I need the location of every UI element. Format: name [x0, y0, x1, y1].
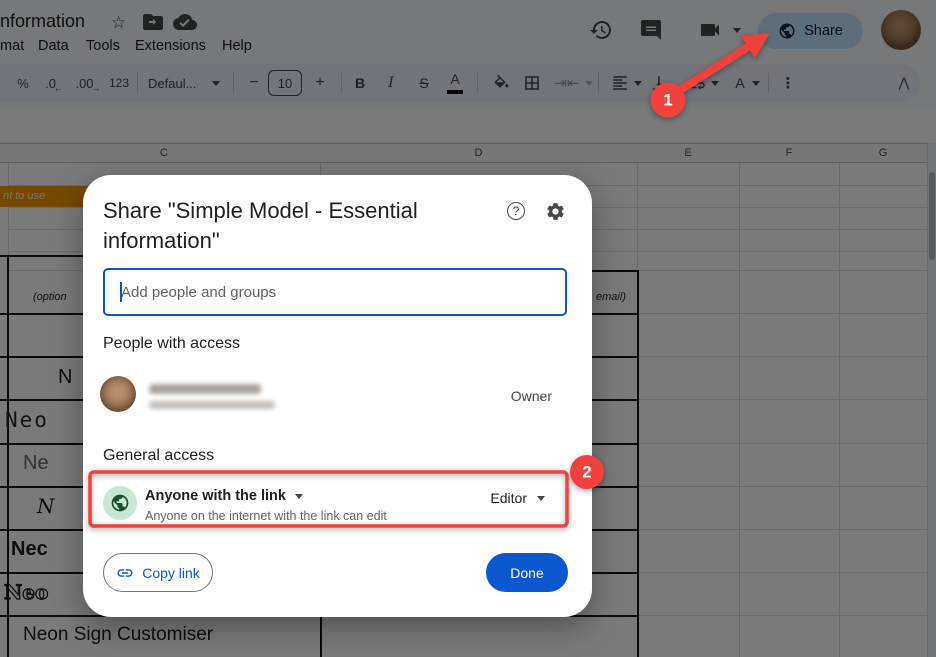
owner-role-label: Owner — [510, 388, 552, 404]
people-with-access-heading: People with access — [103, 335, 240, 352]
role-value: Editor — [490, 490, 527, 506]
general-access-value: Anyone with the link — [145, 488, 286, 504]
copy-link-button[interactable]: Copy link — [103, 553, 213, 592]
general-access-heading: General access — [103, 447, 215, 464]
settings-gear-icon[interactable] — [544, 200, 566, 222]
share-dialog-title: Share "Simple Model - Essential informat… — [103, 198, 418, 253]
public-globe-icon — [103, 486, 137, 520]
role-select[interactable]: Editor — [490, 490, 545, 506]
add-people-input[interactable] — [103, 268, 567, 316]
google-sheets-window: nformation ☆ mat Data Tools Extensions H… — [0, 0, 936, 657]
help-button[interactable]: ? — [505, 200, 527, 222]
general-access-select[interactable]: Anyone with the link — [145, 488, 303, 504]
role-dropdown-icon — [537, 495, 545, 501]
owner-name-redacted — [149, 384, 261, 394]
text-caret — [120, 282, 122, 302]
general-access-description: Anyone on the internet with the link can… — [145, 509, 387, 523]
general-access-dropdown-icon — [294, 493, 303, 499]
share-dialog: Share "Simple Model - Essential informat… — [83, 175, 592, 617]
link-icon — [117, 568, 133, 577]
copy-link-label: Copy link — [142, 564, 200, 581]
owner-email-redacted — [149, 401, 275, 409]
owner-avatar — [100, 376, 136, 412]
done-button[interactable]: Done — [486, 553, 568, 592]
